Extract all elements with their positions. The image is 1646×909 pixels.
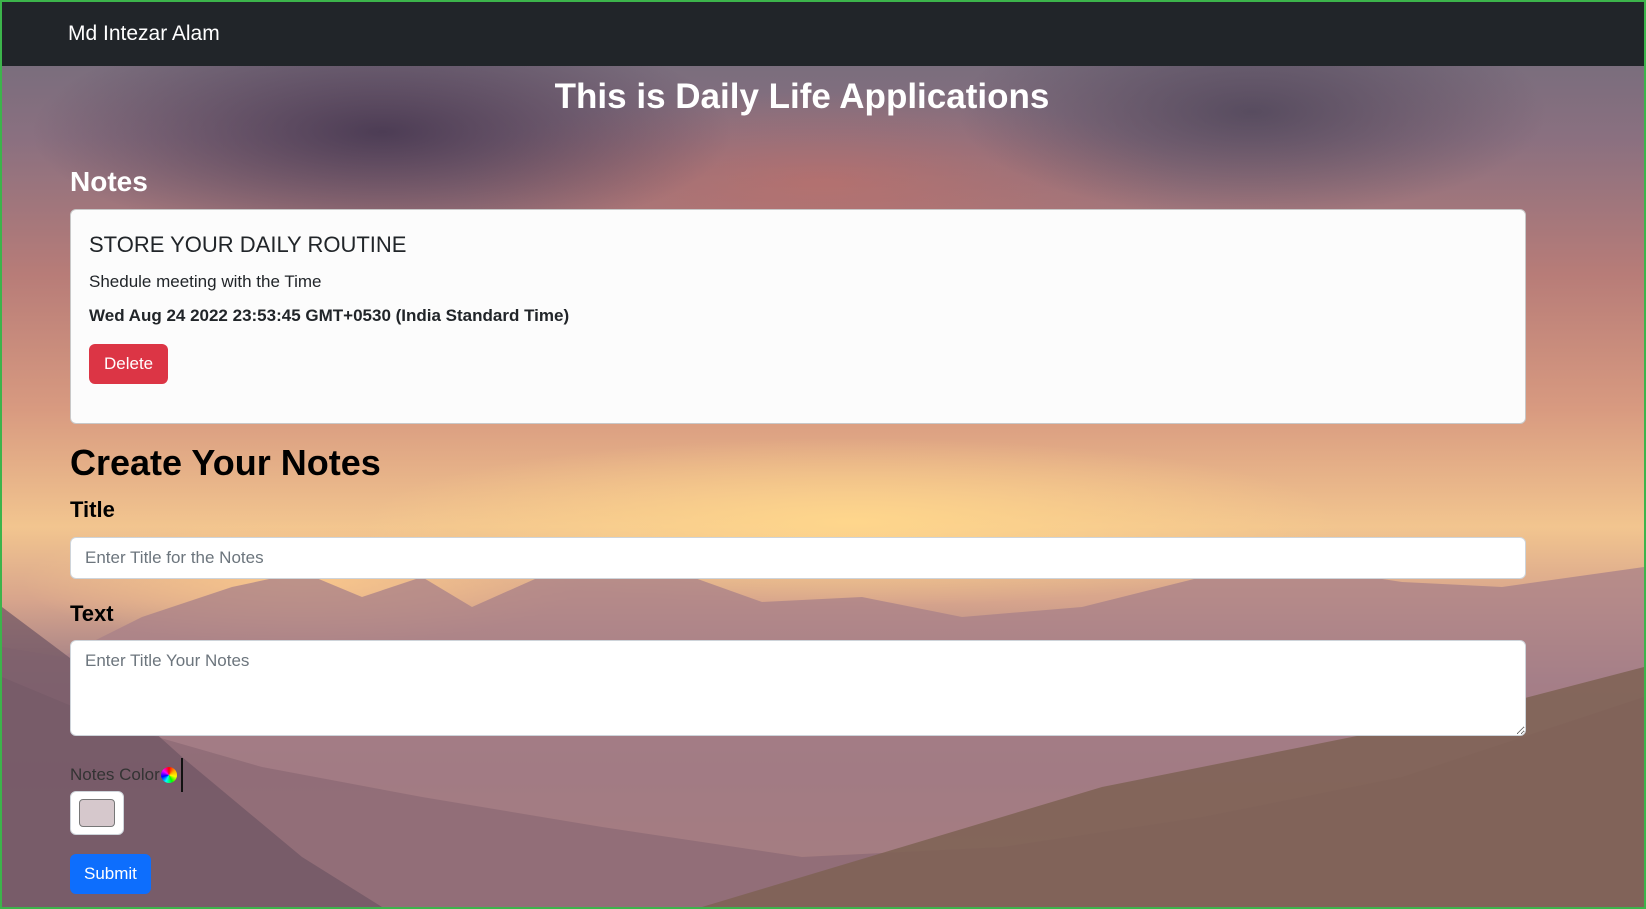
color-picker-input[interactable] <box>70 791 124 835</box>
color-swatch <box>79 799 115 827</box>
note-card: STORE YOUR DAILY ROUTINE Shedule meeting… <box>70 209 1526 424</box>
navbar-brand[interactable]: Md Intezar Alam <box>68 22 220 46</box>
notes-heading: Notes <box>70 166 148 197</box>
delete-button[interactable]: Delete <box>89 344 169 384</box>
palette-icon <box>160 767 177 783</box>
note-date: Wed Aug 24 2022 23:53:45 GMT+0530 (India… <box>89 306 570 325</box>
text-caret <box>180 758 183 792</box>
text-textarea[interactable] <box>70 640 1526 736</box>
create-notes-heading: Create Your Notes <box>70 442 381 483</box>
notes-color-label-text: Notes Color <box>70 765 160 784</box>
navbar: Md Intezar Alam <box>2 2 1644 66</box>
submit-button[interactable]: Submit <box>70 854 151 894</box>
notes-color-label: Notes Color <box>70 758 183 792</box>
page-title: This is Daily Life Applications <box>554 77 1050 116</box>
title-input[interactable] <box>70 537 1526 579</box>
note-text: Shedule meeting with the Time <box>89 272 322 291</box>
note-title: STORE YOUR DAILY ROUTINE <box>89 232 407 257</box>
text-label: Text <box>70 601 114 626</box>
title-label: Title <box>70 497 115 522</box>
